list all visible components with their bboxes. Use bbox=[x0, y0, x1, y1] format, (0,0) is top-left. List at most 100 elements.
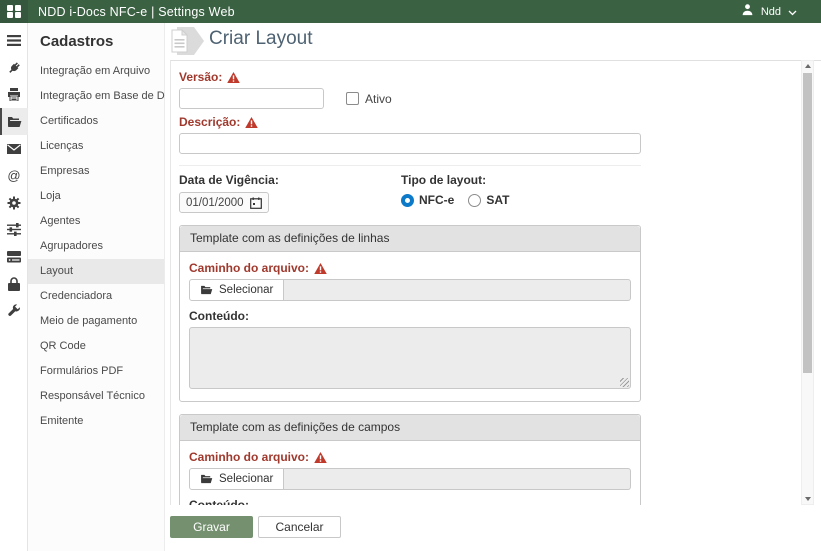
conteudo-textarea[interactable] bbox=[189, 327, 631, 389]
selecionar-button[interactable]: Selecionar bbox=[189, 468, 284, 490]
sidebar-item-certificados[interactable]: Certificados bbox=[28, 109, 164, 134]
ativo-checkbox-wrap[interactable]: Ativo bbox=[346, 92, 392, 106]
warning-icon bbox=[314, 263, 327, 274]
menu-icon bbox=[7, 35, 21, 46]
sidebar-item-integracao-arquivo[interactable]: Integração em Arquivo bbox=[28, 59, 164, 84]
rail-item-tools[interactable] bbox=[0, 297, 28, 324]
sidebar-item-licencas[interactable]: Licenças bbox=[28, 134, 164, 159]
radio-nfce[interactable] bbox=[401, 194, 414, 207]
sidebar-item-formularios-pdf[interactable]: Formulários PDF bbox=[28, 359, 164, 384]
rail-item-servers[interactable] bbox=[0, 243, 28, 270]
conteudo-label: Conteúdo: bbox=[189, 309, 631, 323]
radio-sat[interactable] bbox=[468, 194, 481, 207]
radio-nfce-label: NFC-e bbox=[419, 193, 454, 207]
plug-icon bbox=[7, 61, 21, 75]
gear-icon bbox=[7, 196, 21, 210]
rail-item-messages[interactable] bbox=[0, 135, 28, 162]
rail-item-integrations[interactable] bbox=[0, 54, 28, 81]
sidebar-cadastros: Cadastros Integração em Arquivo Integraç… bbox=[28, 23, 165, 551]
main-panel: Criar Layout Versão: Ativo Descrição: bbox=[165, 23, 821, 551]
scroll-up-arrow[interactable] bbox=[802, 61, 813, 71]
section-campos-header: Template com as definições de campos bbox=[180, 415, 640, 441]
sidebar-item-credenciadora[interactable]: Credenciadora bbox=[28, 284, 164, 309]
app-grid-icon bbox=[7, 5, 21, 19]
sidebar-item-qr-code[interactable]: QR Code bbox=[28, 334, 164, 359]
user-name: Ndd bbox=[761, 6, 781, 18]
form-scroll-area: Versão: Ativo Descrição: Data de Vigênci… bbox=[170, 60, 821, 505]
svg-text:@: @ bbox=[7, 169, 20, 183]
descricao-label-row: Descrição: bbox=[179, 115, 641, 129]
selecionar-button[interactable]: Selecionar bbox=[189, 279, 284, 301]
sidebar-item-agentes[interactable]: Agentes bbox=[28, 209, 164, 234]
rail-item-email[interactable]: @ bbox=[0, 162, 28, 189]
warning-icon bbox=[314, 452, 327, 463]
selecionar-button-label: Selecionar bbox=[219, 473, 273, 485]
app-logo[interactable] bbox=[0, 0, 28, 23]
selecionar-button-label: Selecionar bbox=[219, 284, 273, 296]
scroll-down-arrow[interactable] bbox=[802, 494, 813, 504]
cancelar-button[interactable]: Cancelar bbox=[258, 516, 341, 538]
page-header: Criar Layout bbox=[165, 23, 821, 60]
caminho-arquivo-label: Caminho do arquivo: bbox=[189, 261, 309, 275]
vertical-scrollbar[interactable] bbox=[801, 60, 814, 505]
sidebar-item-meio-pagamento[interactable]: Meio de pagamento bbox=[28, 309, 164, 334]
rail-item-settings[interactable] bbox=[0, 189, 28, 216]
calendar-icon[interactable] bbox=[250, 197, 262, 209]
data-vigencia-value: 01/01/2000 bbox=[186, 197, 244, 209]
warning-icon bbox=[245, 117, 258, 128]
caminho-arquivo-input[interactable] bbox=[284, 468, 631, 490]
chevron-down-icon bbox=[788, 3, 797, 21]
sidebar-item-loja[interactable]: Loja bbox=[28, 184, 164, 209]
form-footer: Gravar Cancelar bbox=[170, 505, 801, 551]
tipo-layout-group: Tipo de layout: NFC-e SAT bbox=[401, 173, 623, 213]
descricao-input[interactable] bbox=[179, 133, 641, 154]
sidebar-item-integracao-base-dados[interactable]: Integração em Base de Dados bbox=[28, 84, 164, 109]
ativo-checkbox[interactable] bbox=[346, 92, 359, 105]
folder-open-icon bbox=[7, 116, 22, 128]
radio-option-nfce[interactable]: NFC-e bbox=[401, 193, 454, 207]
versao-label-row: Versão: bbox=[179, 70, 641, 84]
sidebar-item-empresas[interactable]: Empresas bbox=[28, 159, 164, 184]
radio-option-sat[interactable]: SAT bbox=[468, 193, 509, 207]
lock-icon bbox=[8, 277, 20, 291]
icon-rail: @ bbox=[0, 23, 28, 551]
conteudo-label: Conteúdo: bbox=[189, 498, 631, 505]
scrollbar-thumb[interactable] bbox=[803, 73, 812, 373]
sidebar-item-emitente[interactable]: Emitente bbox=[28, 409, 164, 434]
caminho-arquivo-input[interactable] bbox=[284, 279, 631, 301]
folder-icon bbox=[200, 474, 213, 484]
caminho-label-row: Caminho do arquivo: bbox=[189, 261, 631, 275]
sidebar-item-layout[interactable]: Layout bbox=[28, 259, 164, 284]
wrench-icon bbox=[7, 304, 21, 318]
rail-item-cadastros[interactable] bbox=[0, 108, 28, 135]
rail-item-security[interactable] bbox=[0, 270, 28, 297]
sidebar-item-responsavel-tecnico[interactable]: Responsável Técnico bbox=[28, 384, 164, 409]
at-sign-icon: @ bbox=[7, 169, 21, 183]
descricao-label: Descrição: bbox=[179, 115, 240, 129]
folder-icon bbox=[200, 285, 213, 295]
caminho-arquivo-label: Caminho do arquivo: bbox=[189, 450, 309, 464]
caminho-label-row: Caminho do arquivo: bbox=[189, 450, 631, 464]
warning-icon bbox=[227, 72, 240, 83]
tipo-layout-label: Tipo de layout: bbox=[401, 173, 623, 187]
data-vigencia-input[interactable]: 01/01/2000 bbox=[179, 192, 269, 213]
document-arrow-icon bbox=[169, 26, 205, 61]
sidebar-title: Cadastros bbox=[28, 23, 164, 59]
sidebar-item-agrupadores[interactable]: Agrupadores bbox=[28, 234, 164, 259]
data-vigencia-label: Data de Vigência: bbox=[179, 173, 401, 187]
sliders-icon bbox=[7, 223, 21, 236]
rail-item-printers[interactable] bbox=[0, 81, 28, 108]
top-bar: NDD i-Docs NFC-e | Settings Web Ndd bbox=[0, 0, 821, 23]
section-linhas-header: Template com as definições de linhas bbox=[180, 226, 640, 252]
user-menu[interactable]: Ndd bbox=[741, 0, 797, 23]
gravar-button[interactable]: Gravar bbox=[170, 516, 253, 538]
app-title: NDD i-Docs NFC-e | Settings Web bbox=[38, 5, 235, 19]
page-title: Criar Layout bbox=[209, 28, 313, 50]
versao-input[interactable] bbox=[179, 88, 324, 109]
envelope-icon bbox=[7, 144, 21, 154]
user-icon bbox=[741, 3, 754, 21]
section-template-linhas: Template com as definições de linhas Cam… bbox=[179, 225, 641, 402]
radio-sat-label: SAT bbox=[486, 193, 509, 207]
menu-toggle[interactable] bbox=[0, 27, 28, 54]
rail-item-parameters[interactable] bbox=[0, 216, 28, 243]
